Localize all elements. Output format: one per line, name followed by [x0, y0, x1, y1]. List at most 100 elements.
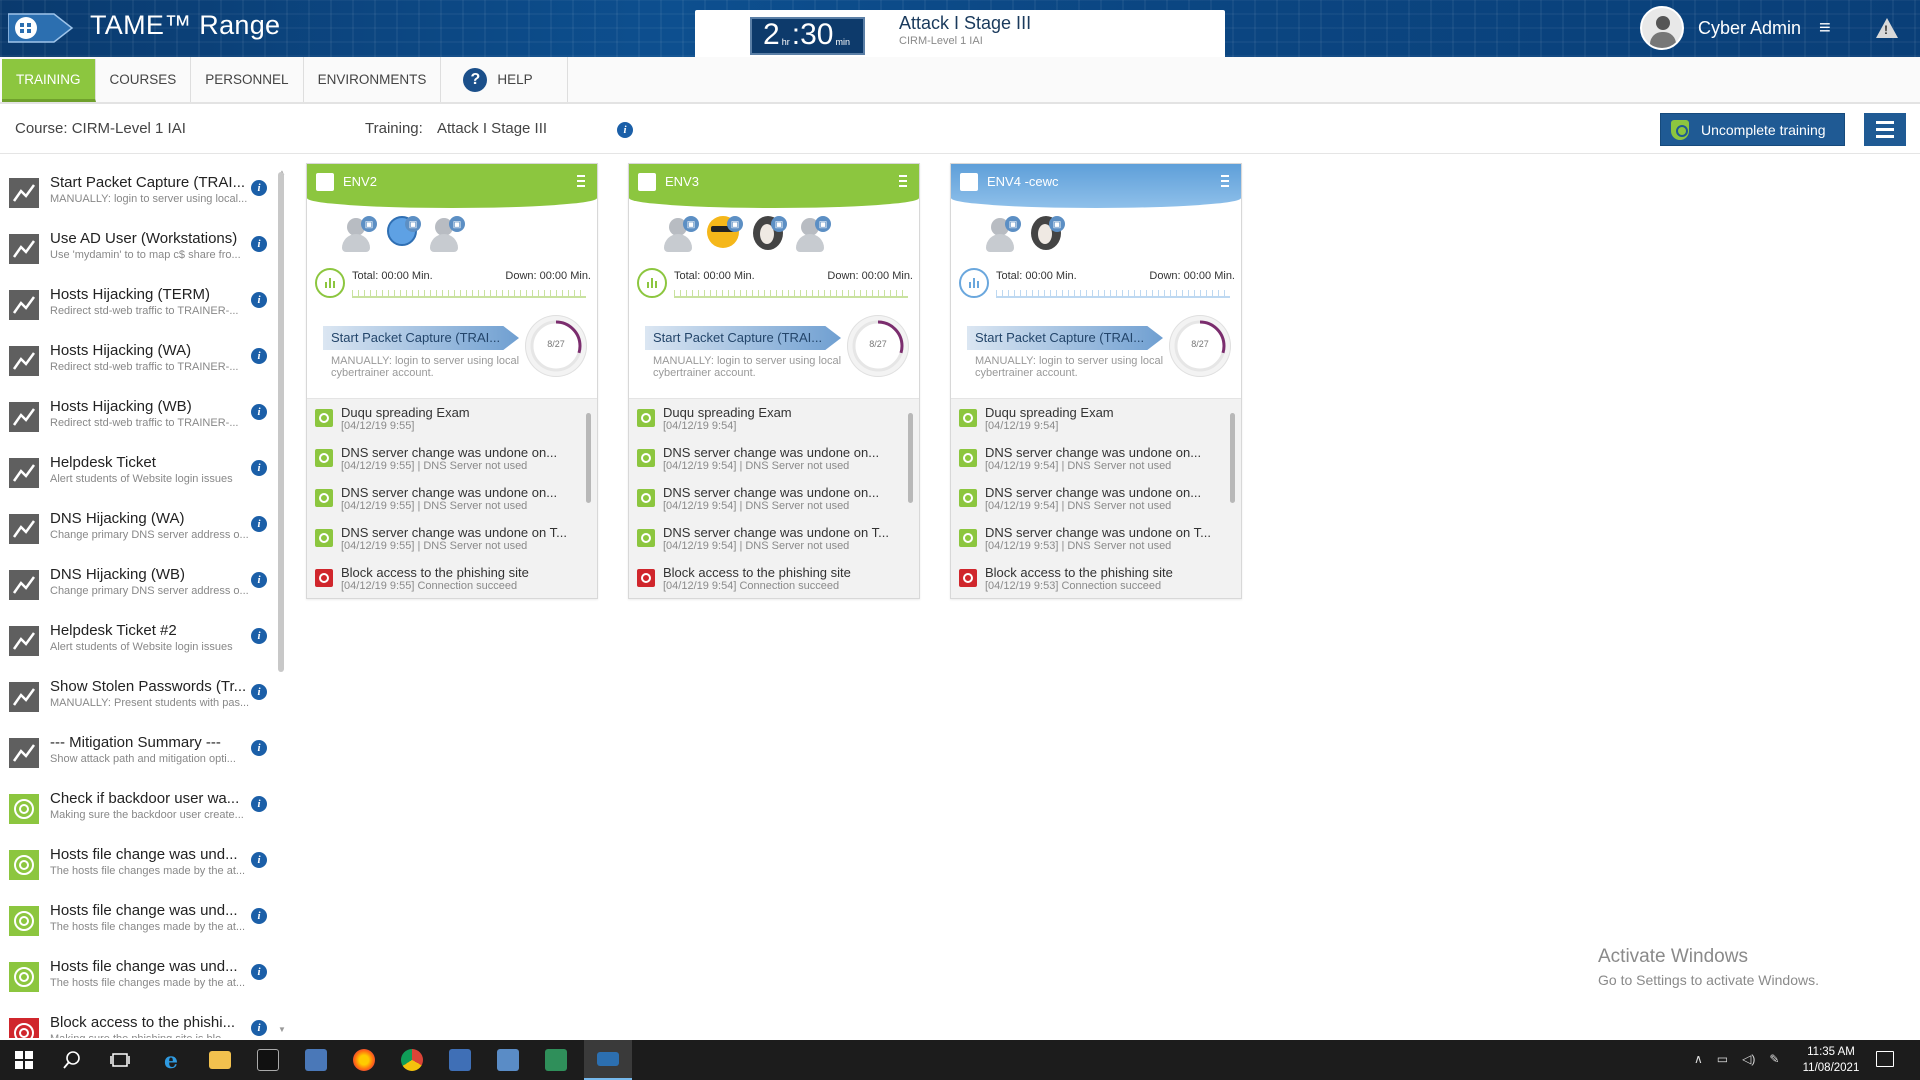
training-info-icon[interactable]: i — [617, 122, 633, 138]
event-item[interactable]: DNS server change was undone on... [04/12… — [307, 439, 597, 479]
server-manager-icon[interactable] — [292, 1040, 340, 1080]
event-item[interactable]: DNS server change was undone on... [04/12… — [307, 479, 597, 519]
sidebar-task-item[interactable]: Hosts file change was und... The hosts fi… — [0, 894, 282, 950]
internet-explorer-icon[interactable]: e — [148, 1040, 196, 1080]
current-task[interactable]: Start Packet Capture (TRAI... MANUALLY: l… — [629, 312, 919, 396]
trainee-avatar-icon[interactable]: ▣ — [749, 214, 789, 254]
avatar[interactable] — [1640, 6, 1684, 50]
tame-range-app-icon[interactable] — [584, 1040, 632, 1080]
event-item[interactable]: DNS server change was undone on... [04/12… — [629, 479, 919, 519]
firefox-icon[interactable] — [340, 1040, 388, 1080]
event-item[interactable]: DNS server change was undone on T... [04/… — [307, 519, 597, 559]
trainee-avatar-icon[interactable]: ▣ — [427, 214, 467, 254]
info-icon[interactable]: i — [251, 740, 267, 756]
info-icon[interactable]: i — [251, 404, 267, 420]
event-item[interactable]: Block access to the phishing site [04/12/… — [951, 559, 1241, 598]
info-icon[interactable]: i — [251, 1020, 267, 1036]
volume-icon[interactable]: ◁) — [1742, 1052, 1755, 1066]
task-view-icon[interactable] — [96, 1040, 144, 1080]
event-log-scrollbar[interactable] — [908, 413, 913, 503]
sidebar-task-item[interactable]: Check if backdoor user wa... Making sure … — [0, 782, 282, 838]
info-icon[interactable]: i — [251, 292, 267, 308]
network-tool-icon[interactable] — [436, 1040, 484, 1080]
event-item[interactable]: Block access to the phishing site [04/12/… — [307, 559, 597, 598]
uncomplete-training-button[interactable]: Uncomplete training — [1660, 113, 1845, 146]
event-item[interactable]: DNS server change was undone on... [04/12… — [629, 439, 919, 479]
search-icon[interactable] — [48, 1040, 96, 1080]
tab-help[interactable]: ? HELP — [441, 57, 568, 102]
sidebar-task-item[interactable]: Use AD User (Workstations) Use 'mydamin' … — [0, 222, 282, 278]
trainee-avatar-icon[interactable]: ▣ — [705, 214, 745, 254]
trainee-avatar-icon[interactable]: ▣ — [383, 214, 423, 254]
trainee-avatar-icon[interactable]: ▣ — [339, 214, 379, 254]
hamburger-menu-button[interactable] — [1864, 113, 1906, 146]
remote-desktop-icon[interactable] — [484, 1040, 532, 1080]
sidebar-task-item[interactable]: Hosts Hijacking (TERM) Redirect std-web t… — [0, 278, 282, 334]
user-menu-area[interactable]: Cyber Admin ≡ — [1640, 4, 1831, 52]
sidebar-task-item[interactable]: Helpdesk Ticket #2 Alert students of Webs… — [0, 614, 282, 670]
environment-card[interactable]: ENV3 ▣ ▣ ▣ ▣ Total: 00:00 Min. Down: 00:00 Min… — [628, 163, 920, 599]
env-select-checkbox[interactable] — [960, 173, 978, 191]
trainee-avatar-icon[interactable]: ▣ — [1027, 214, 1067, 254]
network-icon[interactable]: ▭ — [1717, 1052, 1728, 1066]
chrome-icon[interactable] — [388, 1040, 436, 1080]
info-icon[interactable]: i — [251, 236, 267, 252]
info-icon[interactable]: i — [251, 908, 267, 924]
sidebar-task-item[interactable]: --- Mitigation Summary --- Show attack pa… — [0, 726, 282, 782]
info-icon[interactable]: i — [251, 796, 267, 812]
user-name[interactable]: Cyber Admin — [1698, 18, 1801, 39]
taskbar-clock[interactable]: 11:35 AM 11/08/2021 — [1796, 1044, 1866, 1076]
file-explorer-icon[interactable] — [196, 1040, 244, 1080]
info-icon[interactable]: i — [251, 964, 267, 980]
notification-icon[interactable] — [1876, 1051, 1894, 1067]
stats-chart-icon[interactable] — [315, 268, 345, 298]
env-select-checkbox[interactable] — [316, 173, 334, 191]
current-task[interactable]: Start Packet Capture (TRAI... MANUALLY: l… — [951, 312, 1241, 396]
event-item[interactable]: Duqu spreading Exam [04/12/19 9:54] — [951, 399, 1241, 439]
range-logo-icon[interactable] — [7, 10, 74, 46]
chevron-up-icon[interactable]: ∧ — [1694, 1052, 1703, 1066]
info-icon[interactable]: i — [251, 852, 267, 868]
trainee-avatar-icon[interactable]: ▣ — [661, 214, 701, 254]
vm-console-icon[interactable] — [532, 1040, 580, 1080]
sidebar-task-item[interactable]: Hosts Hijacking (WB) Redirect std-web tra… — [0, 390, 282, 446]
info-icon[interactable]: i — [251, 348, 267, 364]
tab-courses[interactable]: COURSES — [96, 57, 192, 102]
start-button[interactable] — [0, 1040, 48, 1080]
tab-personnel[interactable]: PERSONNEL — [191, 57, 304, 102]
event-item[interactable]: Block access to the phishing site [04/12/… — [629, 559, 919, 598]
kebab-menu-icon[interactable] — [577, 172, 585, 190]
current-task[interactable]: Start Packet Capture (TRAI... MANUALLY: l… — [307, 312, 597, 396]
event-item[interactable]: DNS server change was undone on... [04/12… — [951, 439, 1241, 479]
sidebar-scroll-down-icon[interactable]: ▼ — [278, 1025, 286, 1034]
info-icon[interactable]: i — [251, 684, 267, 700]
info-icon[interactable]: i — [251, 460, 267, 476]
sidebar-scrollbar[interactable] — [278, 172, 284, 672]
stats-chart-icon[interactable] — [637, 268, 667, 298]
sidebar-task-item[interactable]: Block access to the phishi... Making sure… — [0, 1006, 282, 1038]
event-item[interactable]: DNS server change was undone on T... [04/… — [629, 519, 919, 559]
env-select-checkbox[interactable] — [638, 173, 656, 191]
warning-icon[interactable]: ! — [1876, 18, 1898, 38]
environment-card[interactable]: ENV4 -cewc ▣ ▣ Total: 00:00 Min. Down: 00:00… — [950, 163, 1242, 599]
trainee-avatar-icon[interactable]: ▣ — [793, 214, 833, 254]
event-item[interactable]: DNS server change was undone on... [04/12… — [951, 479, 1241, 519]
sidebar-task-item[interactable]: Hosts file change was und... The hosts fi… — [0, 950, 282, 1006]
stats-chart-icon[interactable] — [959, 268, 989, 298]
user-menu-icon[interactable]: ≡ — [1819, 17, 1831, 40]
sidebar-task-item[interactable]: Helpdesk Ticket Alert students of Website… — [0, 446, 282, 502]
pen-icon[interactable]: ✎ — [1769, 1052, 1779, 1066]
event-item[interactable]: Duqu spreading Exam [04/12/19 9:54] — [629, 399, 919, 439]
sidebar-task-item[interactable]: Start Packet Capture (TRAI... MANUALLY: l… — [0, 166, 282, 222]
sidebar-task-item[interactable]: Show Stolen Passwords (Tr... MANUALLY: Pr… — [0, 670, 282, 726]
tab-environments[interactable]: ENVIRONMENTS — [304, 57, 442, 102]
sidebar-task-item[interactable]: DNS Hijacking (WB) Change primary DNS ser… — [0, 558, 282, 614]
event-item[interactable]: Duqu spreading Exam [04/12/19 9:55] — [307, 399, 597, 439]
event-log-scrollbar[interactable] — [586, 413, 591, 503]
sidebar-task-item[interactable]: Hosts file change was und... The hosts fi… — [0, 838, 282, 894]
event-log-scrollbar[interactable] — [1230, 413, 1235, 503]
terminal-icon[interactable] — [244, 1040, 292, 1080]
kebab-menu-icon[interactable] — [1221, 172, 1229, 190]
kebab-menu-icon[interactable] — [899, 172, 907, 190]
environment-card[interactable]: ENV2 ▣ ▣ ▣ Total: 00:00 Min. Down: 00:00 Min.… — [306, 163, 598, 599]
